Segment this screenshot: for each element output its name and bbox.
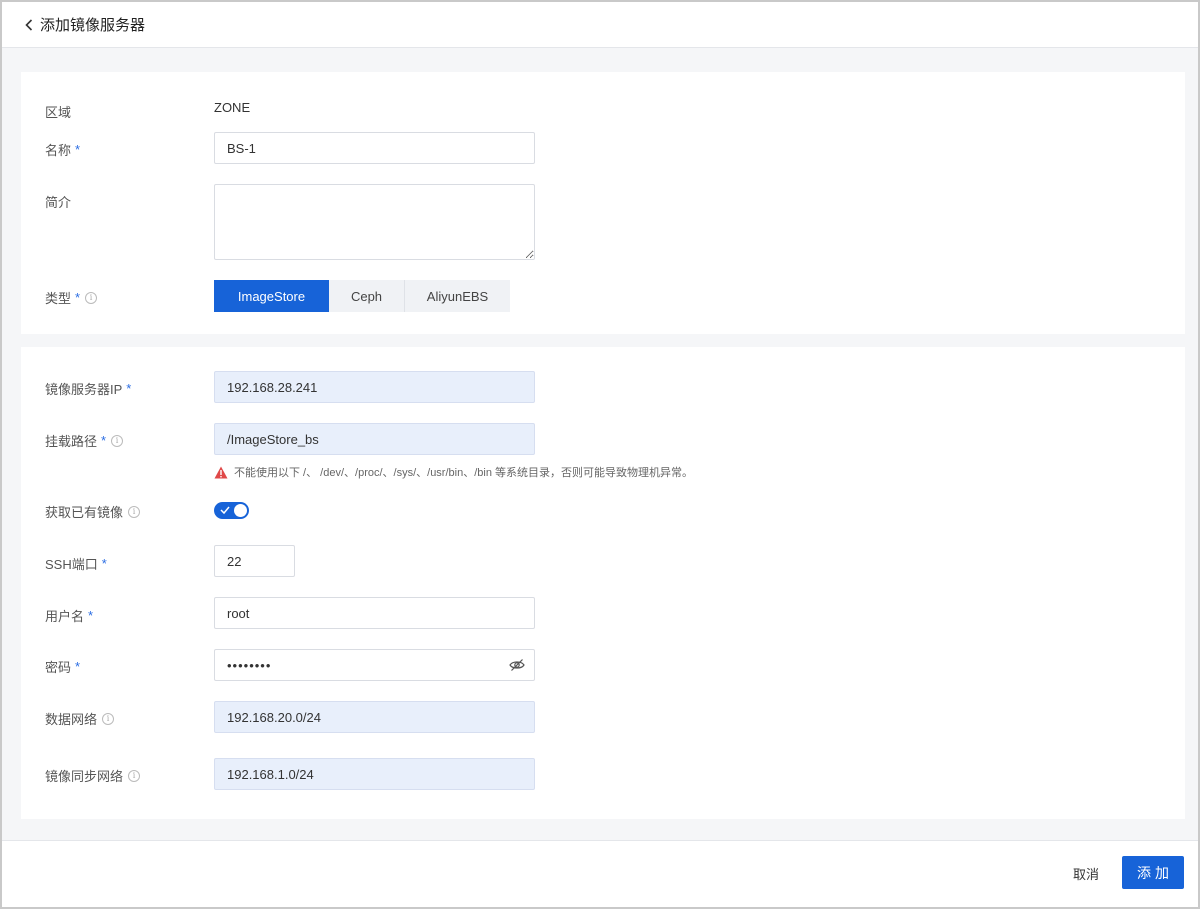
description-textarea[interactable] [214, 184, 535, 260]
mount-path-input[interactable] [214, 423, 535, 455]
connection-card: 镜像服务器IP * 挂载路径 * i 不能使用以下 /、 /dev/、/proc… [21, 347, 1185, 819]
warning-icon [214, 466, 228, 478]
cancel-button[interactable]: 取消 [1058, 857, 1114, 889]
page-title: 添加镜像服务器 [40, 17, 146, 34]
info-icon[interactable]: i [128, 769, 141, 782]
required-mark: * [101, 433, 107, 448]
name-label-text: 名称 [45, 143, 72, 158]
server-ip-label: 镜像服务器IP * [45, 379, 131, 398]
footer-bar: 取消 添加 [2, 840, 1198, 907]
data-network-label: 数据网络 i [45, 709, 115, 728]
mount-path-label-text: 挂载路径 [45, 434, 98, 449]
data-network-input[interactable] [214, 701, 535, 733]
chevron-left-icon[interactable] [22, 18, 36, 32]
sync-network-input[interactable] [214, 758, 535, 790]
info-icon[interactable]: i [102, 712, 115, 725]
info-icon[interactable]: i [111, 434, 124, 447]
basic-info-card: 区域 ZONE 名称 * 简介 类型 * i ImageStore Ceph A… [21, 72, 1185, 334]
import-images-toggle[interactable] [214, 502, 249, 519]
window: 添加镜像服务器 区域 ZONE 名称 * 简介 类型 * i ImageStor… [2, 2, 1198, 907]
type-option-aliyunebs[interactable]: AliyunEBS [405, 280, 510, 312]
import-images-label: 获取已有镜像 i [45, 502, 141, 521]
type-label-text: 类型 [45, 291, 72, 306]
ssh-port-label: SSH端口 * [45, 554, 107, 573]
add-button[interactable]: 添加 [1122, 856, 1184, 889]
required-mark: * [126, 381, 132, 396]
password-label-text: 密码 [45, 660, 72, 675]
ssh-port-label-text: SSH端口 [45, 557, 98, 572]
username-input[interactable] [214, 597, 535, 629]
zone-row: 区域 ZONE [21, 100, 1185, 120]
description-row: 简介 [21, 184, 1185, 260]
eye-off-icon[interactable] [509, 658, 525, 672]
page-header: 添加镜像服务器 [2, 2, 1198, 48]
info-icon[interactable]: i [128, 505, 141, 518]
type-option-ceph[interactable]: Ceph [329, 280, 405, 312]
server-ip-label-text: 镜像服务器IP [45, 382, 123, 397]
type-selector: ImageStore Ceph AliyunEBS [214, 280, 510, 312]
sync-network-label: 镜像同步网络 i [45, 766, 141, 785]
mount-path-warning: 不能使用以下 /、 /dev/、/proc/、/sys/、/usr/bin、/b… [214, 464, 693, 480]
description-label: 简介 [45, 195, 72, 210]
required-mark: * [88, 608, 94, 623]
required-mark: * [101, 556, 107, 571]
username-label-text: 用户名 [45, 609, 85, 624]
type-option-imagestore[interactable]: ImageStore [214, 280, 329, 312]
zone-label: 区域 [45, 105, 72, 120]
username-label: 用户名 * [45, 606, 93, 625]
data-network-label-text: 数据网络 [45, 712, 98, 727]
info-icon[interactable]: i [85, 291, 98, 304]
import-images-label-text: 获取已有镜像 [45, 505, 124, 520]
type-label: 类型 * i [45, 288, 98, 307]
required-mark: * [75, 659, 81, 674]
name-label: 名称 * [45, 140, 80, 159]
zone-value: ZONE [214, 100, 251, 115]
sync-network-label-text: 镜像同步网络 [45, 769, 124, 784]
name-row: 名称 * [21, 132, 1185, 164]
password-field [214, 649, 535, 681]
mount-path-label: 挂载路径 * i [45, 431, 124, 450]
check-icon [220, 506, 230, 515]
required-mark: * [75, 290, 81, 305]
warning-text: 不能使用以下 /、 /dev/、/proc/、/sys/、/usr/bin、/b… [234, 467, 694, 479]
password-label: 密码 * [45, 657, 80, 676]
ssh-port-input[interactable] [214, 545, 295, 577]
name-input[interactable] [214, 132, 535, 164]
required-mark: * [75, 142, 81, 157]
toggle-knob [234, 504, 247, 517]
server-ip-input[interactable] [214, 371, 535, 403]
password-input[interactable] [214, 649, 535, 681]
